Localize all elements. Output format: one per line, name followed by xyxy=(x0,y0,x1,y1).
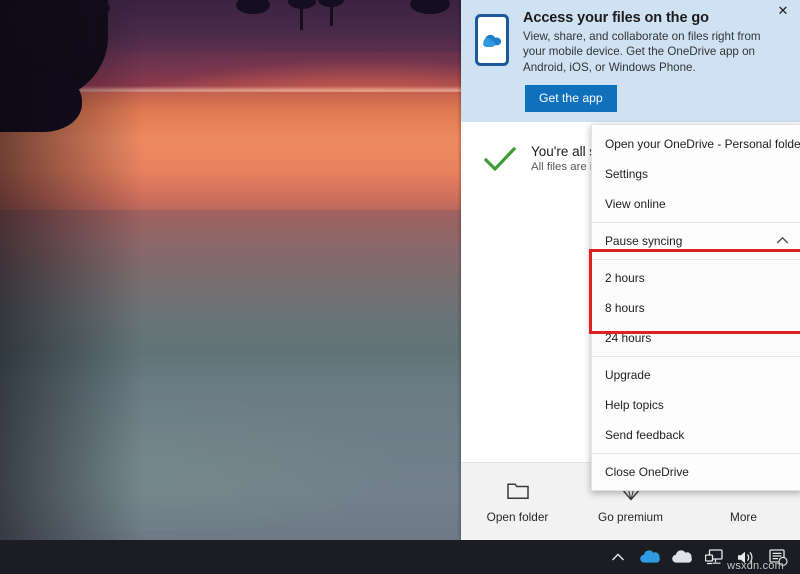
menu-item-close-onedrive[interactable]: Close OneDrive xyxy=(592,457,800,487)
menu-item-label: Help topics xyxy=(605,398,793,412)
menu-item-send-feedback[interactable]: Send feedback xyxy=(592,420,800,450)
close-icon[interactable]: ✕ xyxy=(772,3,794,23)
menu-item-label: Close OneDrive xyxy=(605,465,793,479)
tray-onedrive-personal-button[interactable] xyxy=(634,540,666,574)
onedrive-context-menu: Open your OneDrive - Personal folder Set… xyxy=(591,124,800,491)
menu-item-pause-syncing[interactable]: Pause syncing xyxy=(592,226,800,256)
phone-with-cloud-icon xyxy=(475,10,509,75)
tray-onedrive-business-button[interactable] xyxy=(666,540,698,574)
network-monitor-icon xyxy=(705,549,723,565)
menu-separator xyxy=(592,259,800,260)
banner-description: View, share, and collaborate on files ri… xyxy=(523,29,772,75)
system-tray xyxy=(602,540,800,574)
menu-item-pause-2-hours[interactable]: 2 hours xyxy=(592,263,800,293)
chevron-up-icon xyxy=(776,234,793,248)
menu-item-view-online[interactable]: View online xyxy=(592,189,800,219)
cloud-white-icon xyxy=(672,550,692,564)
menu-item-label: View online xyxy=(605,197,793,211)
menu-item-label: 24 hours xyxy=(605,331,793,345)
show-hidden-icons-button[interactable] xyxy=(602,540,634,574)
open-folder-button[interactable]: Open folder xyxy=(461,463,574,540)
tray-network-button[interactable] xyxy=(698,540,730,574)
menu-item-label: 2 hours xyxy=(605,271,793,285)
folder-icon xyxy=(507,479,529,501)
menu-separator xyxy=(592,356,800,357)
go-premium-label: Go premium xyxy=(598,510,663,524)
notification-icon xyxy=(769,549,788,566)
menu-separator xyxy=(592,453,800,454)
cloud-blue-icon xyxy=(640,550,660,564)
menu-separator xyxy=(592,222,800,223)
windows-taskbar: wsxdn.com xyxy=(0,540,800,574)
green-check-icon xyxy=(483,144,517,179)
menu-item-label: Settings xyxy=(605,167,793,181)
open-folder-label: Open folder xyxy=(487,510,549,524)
more-label: More xyxy=(730,510,757,524)
menu-item-label: Open your OneDrive - Personal folder xyxy=(605,137,800,151)
chevron-up-icon xyxy=(611,552,625,562)
menu-item-settings[interactable]: Settings xyxy=(592,159,800,189)
tray-volume-button[interactable] xyxy=(730,540,762,574)
speaker-icon xyxy=(737,550,755,565)
promo-banner: ✕ Access your files on the go View, shar… xyxy=(461,0,800,122)
menu-item-label: Upgrade xyxy=(605,368,793,382)
menu-item-label: 8 hours xyxy=(605,301,793,315)
menu-item-label: Pause syncing xyxy=(605,234,776,248)
menu-item-pause-8-hours[interactable]: 8 hours xyxy=(592,293,800,323)
get-the-app-button[interactable]: Get the app xyxy=(525,85,617,112)
tray-action-center-button[interactable] xyxy=(762,540,794,574)
menu-item-label: Send feedback xyxy=(605,428,793,442)
menu-item-open-folder[interactable]: Open your OneDrive - Personal folder xyxy=(592,129,800,159)
menu-item-pause-24-hours[interactable]: 24 hours xyxy=(592,323,800,353)
menu-item-upgrade[interactable]: Upgrade xyxy=(592,360,800,390)
banner-title: Access your files on the go xyxy=(523,10,772,26)
menu-item-help-topics[interactable]: Help topics xyxy=(592,390,800,420)
